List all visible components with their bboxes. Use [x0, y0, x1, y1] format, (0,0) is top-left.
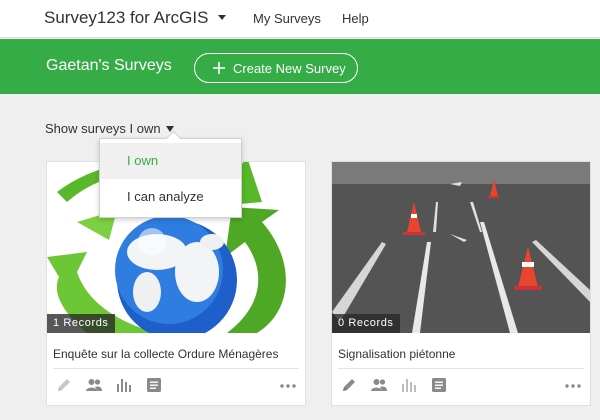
pencil-icon[interactable]: [340, 376, 358, 394]
survey-card-title[interactable]: Signalisation piétonne: [338, 347, 455, 361]
people-icon[interactable]: [370, 376, 388, 394]
document-icon[interactable]: [145, 376, 163, 394]
create-new-survey-label: Create New Survey: [233, 61, 346, 76]
nav-my-surveys[interactable]: My Surveys: [253, 11, 321, 26]
top-nav: Survey123 for ArcGIS My Surveys Help: [0, 0, 600, 38]
more-icon[interactable]: [564, 376, 582, 394]
app-menu-caret-icon[interactable]: [218, 15, 226, 20]
bar-chart-icon[interactable]: [115, 376, 133, 394]
survey-card-title[interactable]: Enquête sur la collecte Ordure Ménagères: [53, 347, 278, 361]
records-badge: 1 Records: [47, 314, 115, 333]
page-banner: Gaetan's Surveys Create New Survey: [0, 39, 600, 94]
pencil-icon[interactable]: [55, 376, 73, 394]
filter-option-i-own[interactable]: I own: [100, 143, 241, 179]
records-badge: 0 Records: [332, 314, 400, 333]
app-title[interactable]: Survey123 for ArcGIS: [44, 8, 208, 28]
card-divider: [53, 368, 299, 369]
people-icon[interactable]: [85, 376, 103, 394]
more-icon[interactable]: [279, 376, 297, 394]
survey-filter-dropdown[interactable]: Show surveys I own: [45, 121, 161, 136]
plus-icon: [213, 62, 225, 74]
nav-help[interactable]: Help: [342, 11, 369, 26]
survey-thumbnail-road-cones[interactable]: 0 Records: [332, 162, 590, 333]
create-new-survey-button[interactable]: Create New Survey: [194, 53, 358, 83]
filter-dropdown-menu: I own I can analyze: [99, 138, 242, 218]
filter-option-i-can-analyze[interactable]: I can analyze: [100, 179, 241, 215]
card-divider: [338, 368, 584, 369]
survey-card[interactable]: 0 Records Signalisation piétonne: [331, 161, 591, 406]
bar-chart-icon[interactable]: [400, 376, 418, 394]
page-title: Gaetan's Surveys: [46, 57, 172, 74]
document-icon[interactable]: [430, 376, 448, 394]
